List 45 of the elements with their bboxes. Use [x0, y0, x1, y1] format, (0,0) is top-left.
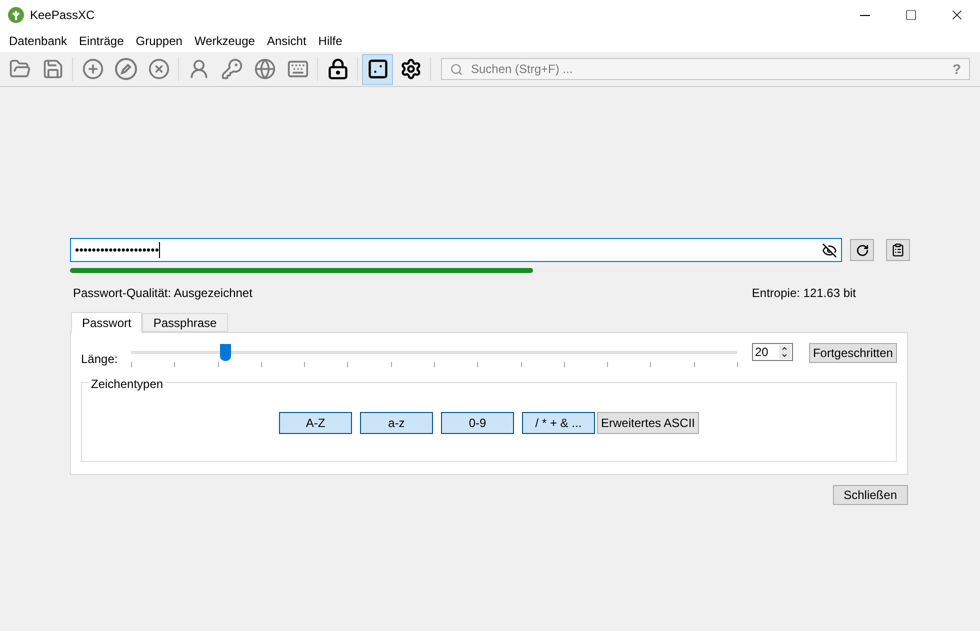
- maximize-icon: [905, 9, 917, 21]
- lock-icon: [326, 58, 348, 80]
- char-type-button[interactable]: 0-9: [440, 412, 514, 434]
- slider-thumb[interactable]: [220, 344, 231, 361]
- search-icon: [450, 62, 463, 76]
- window-title: KeePassXC: [30, 7, 95, 24]
- char-type-button[interactable]: Erweitertes ASCII: [596, 412, 700, 434]
- minimize-icon: [860, 14, 870, 16]
- keyboard-icon: [286, 58, 308, 80]
- menu-item[interactable]: Datenbank: [3, 32, 74, 50]
- settings-icon: [400, 58, 422, 80]
- tab[interactable]: Passwort: [71, 312, 142, 333]
- tab[interactable]: Passphrase: [142, 313, 228, 332]
- eye-off-icon[interactable]: [822, 242, 837, 258]
- app-logo-icon: [8, 7, 24, 23]
- menu-item[interactable]: Gruppen: [130, 32, 188, 50]
- toolbar-button[interactable]: [362, 54, 393, 84]
- entropy-label: Entropie: 121.63 bit: [752, 285, 856, 302]
- menu-item[interactable]: Ansicht: [260, 32, 312, 50]
- copy-button[interactable]: [886, 239, 910, 261]
- clipboard-icon: [891, 243, 905, 257]
- char-type-button[interactable]: / * + & ...: [522, 412, 595, 434]
- folder-open-icon: [8, 58, 30, 80]
- save-icon: [42, 58, 64, 80]
- advanced-button[interactable]: Fortgeschritten: [808, 343, 897, 363]
- menu-item[interactable]: Hilfe: [312, 32, 348, 50]
- menu-item[interactable]: Werkzeuge: [188, 32, 261, 50]
- regenerate-button[interactable]: [850, 239, 874, 261]
- user-icon: [188, 58, 210, 80]
- length-spinbox[interactable]: 20: [752, 343, 793, 361]
- globe-icon: [254, 58, 276, 80]
- menu-item[interactable]: Einträge: [73, 32, 130, 50]
- quality-label: Passwort-Qualität: Ausgezeichnet: [73, 285, 252, 302]
- char-type-button[interactable]: A-Z: [278, 412, 352, 434]
- length-label: Länge:: [81, 351, 119, 368]
- add-icon: [82, 58, 104, 80]
- char-type-button[interactable]: a-z: [360, 412, 433, 434]
- key-icon: [220, 58, 242, 80]
- password-field[interactable]: ••••••••••••••••••••: [70, 238, 842, 262]
- edit-icon: [114, 57, 138, 81]
- refresh-icon: [856, 244, 868, 256]
- password-value: ••••••••••••••••••••: [75, 242, 160, 259]
- close-button[interactable]: Schließen: [832, 485, 908, 505]
- delete-icon: [148, 58, 170, 80]
- dice-icon: [366, 58, 388, 80]
